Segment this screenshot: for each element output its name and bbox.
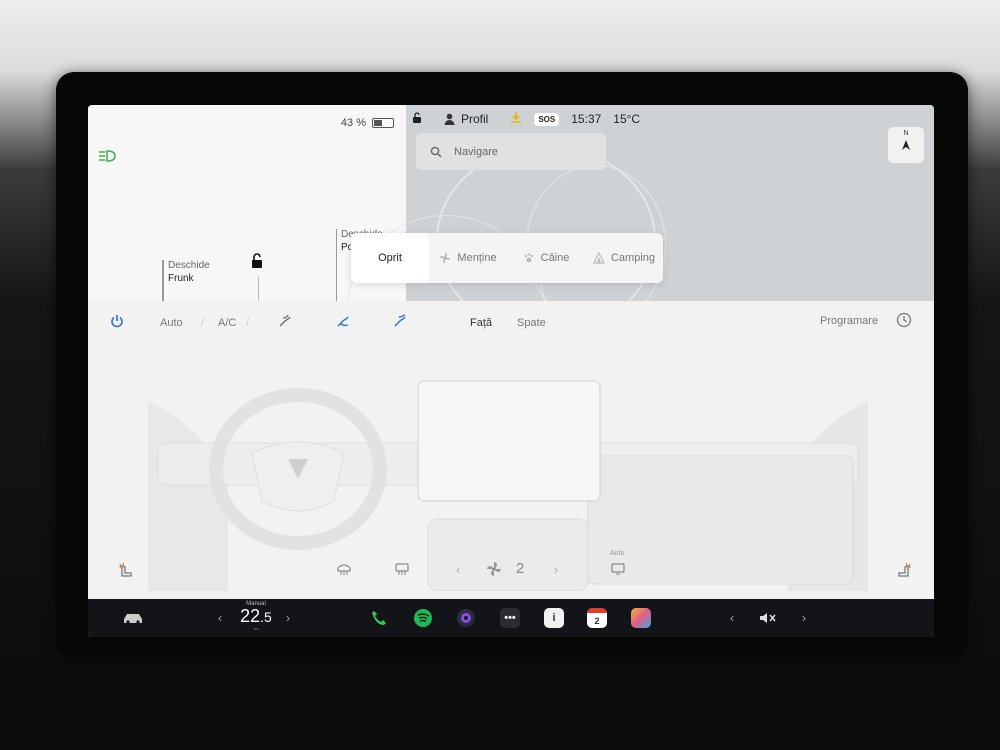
bottom-dock: ‹ Manual 22.5 ◦◦ › ••• i 2 ‹ › [88,599,934,637]
schedule-button[interactable]: Programare [820,315,878,327]
airflow-feet-icon[interactable] [336,314,350,331]
frunk-leader-line [162,260,164,302]
touchscreen: 43 % Deschide Frunk Deschide Po Pro [88,105,934,637]
camera-app-icon[interactable] [456,599,476,637]
climate-bottom-row: ‹ 2 › Auto [88,550,934,586]
climate-toolbar: Auto / A/C / Față Spate Programare [88,309,934,339]
car-menu-icon[interactable] [122,599,144,637]
clock-icon[interactable] [896,312,912,331]
airflow-face-icon[interactable] [278,314,292,331]
trunk-leader-line [336,229,337,301]
mode-option-keep[interactable]: Menține [429,233,507,283]
divider: / [246,317,250,329]
battery-percent: 43 % [340,117,366,129]
frunk-label: Frunk [168,273,194,284]
ac-button[interactable]: A/C [218,317,236,329]
battery-icon [372,118,394,128]
climate-control-panel: Auto / A/C / Față Spate Programare ‹ 2 ›… [88,301,934,599]
power-icon[interactable] [110,314,124,331]
north-arrow-icon [902,140,910,150]
auto-button[interactable]: Auto [160,317,183,329]
driver-seat-heater-icon[interactable] [118,562,134,581]
status-bar: Profil SOS 15:37 15°C [412,111,640,127]
battery-fill [374,120,382,126]
recirculate-icon[interactable] [610,562,626,579]
unlock-icon[interactable] [250,253,264,274]
fan-speed-icon [486,561,502,580]
temp-decimal: .5 [260,609,272,625]
lock-status-icon[interactable] [412,111,422,127]
mode-option-label: Camping [610,252,656,264]
toybox-app-icon[interactable] [631,599,651,637]
climate-keeper-mode-selector: Oprit Menține Câine Camping [351,233,663,283]
sos-button[interactable]: SOS [534,112,560,126]
calendar-app-icon[interactable]: 2 [587,599,607,637]
search-icon [430,146,442,157]
mode-option-off[interactable]: Oprit [351,233,429,283]
airflow-windshield-icon[interactable] [393,314,407,331]
frunk-action-label: Deschide [168,260,210,271]
passenger-seat-heater-icon[interactable] [896,562,912,581]
mode-option-label: Oprit [378,252,402,264]
tab-rear[interactable]: Spate [517,317,546,329]
spotify-app-icon[interactable] [413,599,433,637]
outside-temperature: 15°C [613,112,641,126]
paw-icon [524,253,533,263]
more-apps-icon[interactable]: ••• [500,599,520,637]
compass-button[interactable]: N [888,127,924,163]
tab-front[interactable]: Față [470,317,492,329]
phone-app-icon[interactable] [370,599,388,637]
headlight-icon [98,149,118,167]
fan-speed-value: 2 [516,560,525,577]
profile-icon [444,113,455,125]
temp-decrease-button[interactable]: ‹ [218,599,222,637]
divider: / [201,317,205,329]
front-defrost-icon[interactable] [336,562,352,579]
cabin-temperature[interactable]: Manual 22.5 ◦◦ [234,599,278,637]
fan-increase-button[interactable]: › [554,562,558,577]
tent-icon [593,252,605,264]
profile-label: Profil [461,112,489,126]
volume-increase-button[interactable]: › [802,599,806,637]
clock: 15:37 [571,112,602,126]
mode-option-dog[interactable]: Câine [507,233,585,283]
software-update-icon[interactable] [510,111,522,127]
mode-option-label: Câine [540,252,570,264]
temp-increase-button[interactable]: › [286,599,290,637]
manual-app-icon[interactable]: i [544,599,564,637]
mode-option-label: Menține [457,252,497,264]
seat-sync-icon: ◦◦ [253,626,259,633]
volume-decrease-button[interactable]: ‹ [730,599,734,637]
search-placeholder: Navigare [454,145,499,158]
profile-button[interactable]: Profil [444,112,488,126]
compass-north-label: N [903,130,909,137]
fan-icon [440,253,451,263]
temp-integer: 22 [240,606,261,626]
mode-option-camping[interactable]: Camping [585,233,663,283]
unlock-leader-line [258,277,259,301]
recirculate-auto-label: Auto [610,550,625,557]
battery-indicator: 43 % [341,117,394,129]
navigation-search-bar[interactable]: Navigare [416,133,606,170]
frunk-open-button[interactable]: Deschide Frunk [168,259,210,285]
fan-decrease-button[interactable]: ‹ [456,562,460,577]
volume-muted-icon[interactable] [758,599,778,637]
rear-defrost-icon[interactable] [394,562,410,579]
calendar-day: 2 [587,608,607,628]
